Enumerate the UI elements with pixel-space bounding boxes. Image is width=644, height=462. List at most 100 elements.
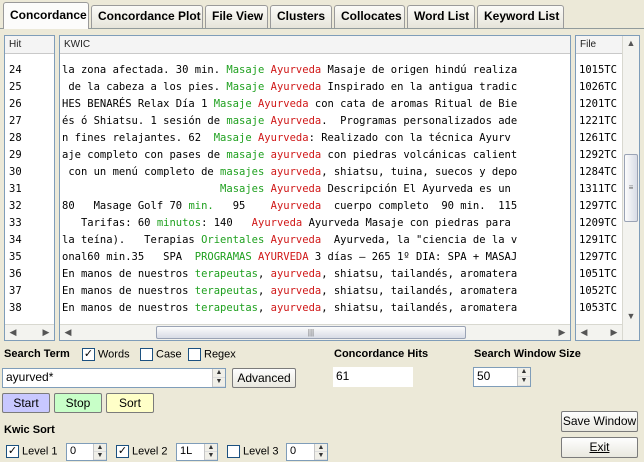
kwic-line[interactable]: En manos de nuestros terapeutas, ayurved…: [60, 300, 570, 317]
search-window-size-input[interactable]: 50 ▲ ▼: [473, 367, 531, 387]
spin-down-icon[interactable]: ▼: [205, 452, 217, 460]
hit-number[interactable]: 32: [5, 198, 54, 215]
kwic-line[interactable]: onal60 min.35 SPA PROGRAMAS AYURVEDA 3 d…: [60, 249, 570, 266]
hit-number[interactable]: 28: [5, 130, 54, 147]
kwic-line[interactable]: En manos de nuestros terapeutas, ayurved…: [60, 266, 570, 283]
kwic-line[interactable]: HES BENARÉS Relax Día 1 Masaje Ayurveda …: [60, 96, 570, 113]
words-option[interactable]: ✓ Words: [82, 348, 130, 361]
file-name[interactable]: 1292TC: [576, 147, 622, 164]
level2-checkbox[interactable]: ✓: [116, 445, 129, 458]
kwic-line[interactable]: la zona afectada. 30 min. Masaje Ayurved…: [60, 62, 570, 79]
hit-number[interactable]: 30: [5, 164, 54, 181]
tab-concordance-plot[interactable]: Concordance Plot: [91, 5, 203, 28]
case-checkbox[interactable]: [140, 348, 153, 361]
spin-down-icon[interactable]: ▼: [94, 452, 106, 460]
file-name[interactable]: 1297TC: [576, 249, 622, 266]
kwic-line[interactable]: n fines relajantes. 62 Masaje Ayurveda: …: [60, 130, 570, 147]
level2-option[interactable]: ✓ Level 2: [116, 445, 167, 458]
level3-option[interactable]: Level 3: [227, 445, 278, 458]
file-name[interactable]: 1026TC: [576, 79, 622, 96]
file-name[interactable]: 1053TC: [576, 300, 622, 317]
level1-checkbox[interactable]: ✓: [6, 445, 19, 458]
hit-number[interactable]: 29: [5, 147, 54, 164]
level1-spinner[interactable]: ▲ ▼: [93, 444, 106, 460]
kwic-line[interactable]: con un menú completo de masajes ayurveda…: [60, 164, 570, 181]
hit-number[interactable]: 35: [5, 249, 54, 266]
kwic-line[interactable]: Masajes Ayurveda Descripción El Ayurveda…: [60, 181, 570, 198]
tab-file-view[interactable]: File View: [205, 5, 268, 28]
hit-number[interactable]: 26: [5, 96, 54, 113]
file-hscrollbar[interactable]: ◀ ▶: [576, 324, 622, 340]
kwic-line[interactable]: la teína). Terapias Orientales Ayurveda …: [60, 232, 570, 249]
hit-hscrollbar[interactable]: ◀ ▶: [5, 324, 54, 340]
spin-up-icon[interactable]: ▲: [518, 368, 530, 377]
level3-spinner[interactable]: ▲ ▼: [314, 444, 327, 460]
file-name[interactable]: 1051TC: [576, 266, 622, 283]
file-vscrollbar[interactable]: ▲ ≡ ▼: [622, 36, 639, 340]
file-name[interactable]: 1209TC: [576, 215, 622, 232]
hit-number[interactable]: 25: [5, 79, 54, 96]
file-name[interactable]: 1291TC: [576, 232, 622, 249]
scroll-left-icon[interactable]: ◀: [60, 325, 76, 340]
file-name[interactable]: 1201TC: [576, 96, 622, 113]
scroll-right-icon[interactable]: ▶: [38, 325, 54, 340]
scroll-right-icon[interactable]: ▶: [554, 325, 570, 340]
level2-spinner[interactable]: ▲ ▼: [204, 444, 217, 460]
scroll-left-icon[interactable]: ◀: [576, 325, 592, 340]
file-vscroll-thumb[interactable]: ≡: [624, 154, 638, 222]
spin-down-icon[interactable]: ▼: [315, 452, 327, 460]
scroll-up-icon[interactable]: ▲: [623, 36, 639, 51]
window-spinner[interactable]: ▲ ▼: [517, 368, 530, 386]
kwic-column-header[interactable]: KWIC: [60, 36, 570, 54]
level2-spinner-input[interactable]: 1L ▲ ▼: [176, 443, 218, 461]
scroll-right-icon[interactable]: ▶: [606, 325, 622, 340]
sort-button[interactable]: Sort: [106, 393, 154, 413]
search-spinner[interactable]: ▲ ▼: [212, 369, 225, 387]
file-name[interactable]: 1015TC: [576, 62, 622, 79]
hit-column-header[interactable]: Hit: [5, 36, 54, 54]
kwic-line[interactable]: aje completo con pases de masaje ayurved…: [60, 147, 570, 164]
tab-clusters[interactable]: Clusters: [270, 5, 332, 28]
kwic-hscrollbar[interactable]: ◀ ||| ▶: [60, 324, 570, 340]
level1-option[interactable]: ✓ Level 1: [6, 445, 57, 458]
regex-checkbox[interactable]: [188, 348, 201, 361]
spin-down-icon[interactable]: ▼: [213, 378, 225, 387]
kwic-line[interactable]: de la cabeza a los pies. Masaje Ayurveda…: [60, 79, 570, 96]
scroll-left-icon[interactable]: ◀: [5, 325, 21, 340]
advanced-button[interactable]: Advanced: [232, 368, 296, 388]
file-name[interactable]: 1221TC: [576, 113, 622, 130]
hit-number[interactable]: 24: [5, 62, 54, 79]
start-button[interactable]: Start: [2, 393, 50, 413]
hit-number[interactable]: 33: [5, 215, 54, 232]
spin-up-icon[interactable]: ▲: [205, 444, 217, 452]
tab-collocates[interactable]: Collocates: [334, 5, 405, 28]
file-name[interactable]: 1052TC: [576, 283, 622, 300]
hit-number[interactable]: 37: [5, 283, 54, 300]
kwic-line[interactable]: és ó Shiatsu. 1 sesión de masaje Ayurved…: [60, 113, 570, 130]
search-input[interactable]: ayurved* ▲ ▼: [2, 368, 226, 388]
file-name[interactable]: 1284TC: [576, 164, 622, 181]
scroll-down-icon[interactable]: ▼: [623, 309, 639, 324]
file-name[interactable]: 1261TC: [576, 130, 622, 147]
kwic-line[interactable]: En manos de nuestros terapeutas, ayurved…: [60, 283, 570, 300]
level3-checkbox[interactable]: [227, 445, 240, 458]
words-checkbox[interactable]: ✓: [82, 348, 95, 361]
kwic-line[interactable]: 80 Masage Golf 70 min. 95 Ayurveda cuerp…: [60, 198, 570, 215]
stop-button[interactable]: Stop: [54, 393, 102, 413]
hit-number[interactable]: 31: [5, 181, 54, 198]
spin-up-icon[interactable]: ▲: [213, 369, 225, 378]
kwic-line[interactable]: Tarifas: 60 minutos: 140 Ayurveda Ayurve…: [60, 215, 570, 232]
file-name[interactable]: 1297TC: [576, 198, 622, 215]
spin-up-icon[interactable]: ▲: [315, 444, 327, 452]
tab-keyword-list[interactable]: Keyword List: [477, 5, 564, 28]
hit-number[interactable]: 34: [5, 232, 54, 249]
tab-concordance[interactable]: Concordance: [3, 2, 89, 29]
regex-option[interactable]: Regex: [188, 348, 236, 361]
hit-number[interactable]: 38: [5, 300, 54, 317]
exit-button[interactable]: Exit: [561, 437, 638, 458]
hit-number[interactable]: 36: [5, 266, 54, 283]
file-name[interactable]: 1311TC: [576, 181, 622, 198]
kwic-hscroll-thumb[interactable]: |||: [156, 326, 466, 339]
level1-spinner-input[interactable]: 0 ▲ ▼: [66, 443, 107, 461]
case-option[interactable]: Case: [140, 348, 182, 361]
